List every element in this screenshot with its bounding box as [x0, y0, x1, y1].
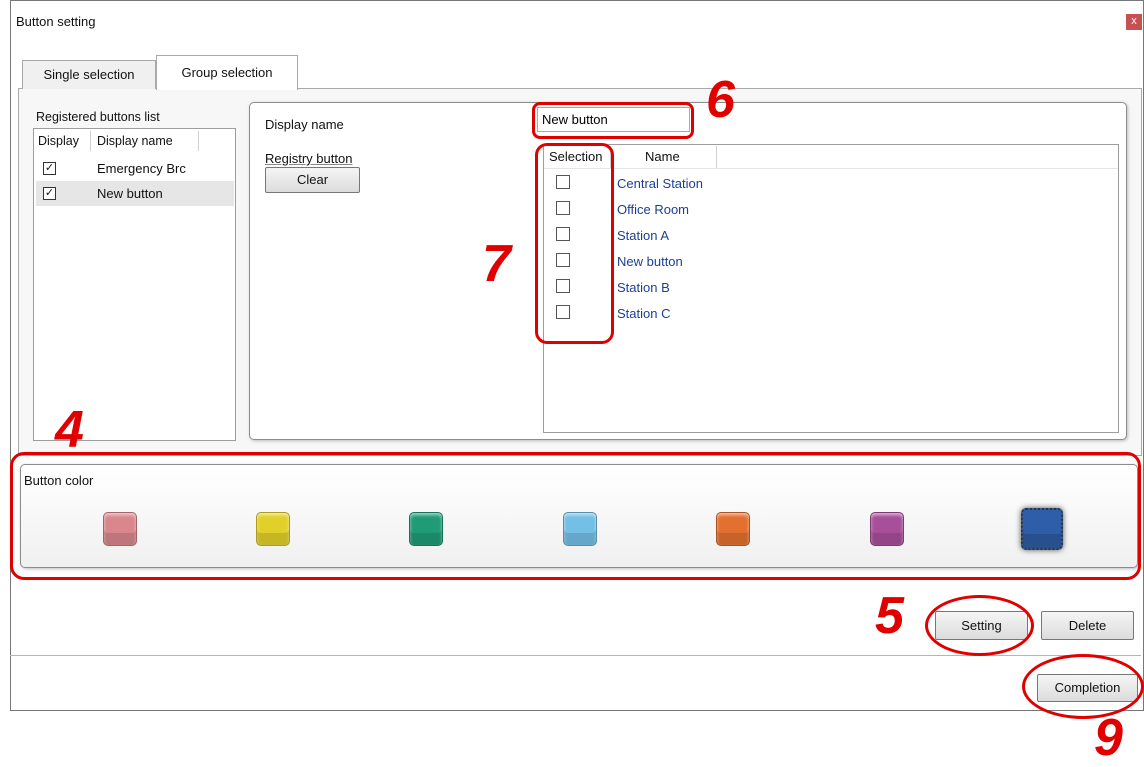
delete-button[interactable]: Delete: [1041, 611, 1134, 640]
registry-button-label: Registry button: [265, 151, 353, 166]
list-item-name[interactable]: Emergency Brc: [97, 161, 186, 176]
display-name-label: Display name: [265, 117, 344, 132]
grid-row-name[interactable]: Station C: [617, 306, 670, 321]
callout-ring-display-name: [532, 102, 694, 139]
display-checkbox[interactable]: ✓: [43, 187, 56, 200]
callout-number-4: 4: [55, 401, 84, 459]
callout-number-6: 6: [706, 71, 735, 129]
column-divider[interactable]: [716, 146, 717, 168]
column-divider[interactable]: [90, 131, 91, 151]
callout-ring-selection: [535, 143, 614, 344]
column-header-name[interactable]: Name: [645, 149, 680, 164]
callout-ring-setting: [925, 595, 1034, 656]
grid-header-divider: [544, 168, 1118, 169]
registered-buttons-label: Registered buttons list: [36, 110, 160, 124]
clear-button[interactable]: Clear: [265, 167, 360, 193]
tab-group-selection[interactable]: Group selection: [156, 55, 298, 90]
callout-number-9: 9: [1094, 709, 1123, 767]
column-header-display-name[interactable]: Display name: [97, 134, 173, 148]
grid-row-name[interactable]: Office Room: [617, 202, 689, 217]
title-bar[interactable]: [10, 0, 1144, 44]
callout-number-7: 7: [482, 235, 511, 293]
grid-row-name[interactable]: New button: [617, 254, 683, 269]
grid-row-name[interactable]: Station B: [617, 280, 670, 295]
column-divider[interactable]: [198, 131, 199, 151]
grid-row-name[interactable]: Central Station: [617, 176, 703, 191]
display-checkbox[interactable]: ✓: [43, 162, 56, 175]
column-header-display[interactable]: Display: [38, 134, 79, 148]
close-button[interactable]: x: [1126, 14, 1142, 30]
list-item-name[interactable]: New button: [97, 186, 163, 201]
callout-ring-completion: [1022, 654, 1144, 719]
tab-single-selection[interactable]: Single selection: [22, 60, 156, 89]
grid-row-name[interactable]: Station A: [617, 228, 669, 243]
callout-number-5: 5: [875, 587, 904, 645]
window-title: Button setting: [16, 14, 96, 29]
callout-ring-button-color: [10, 452, 1141, 580]
